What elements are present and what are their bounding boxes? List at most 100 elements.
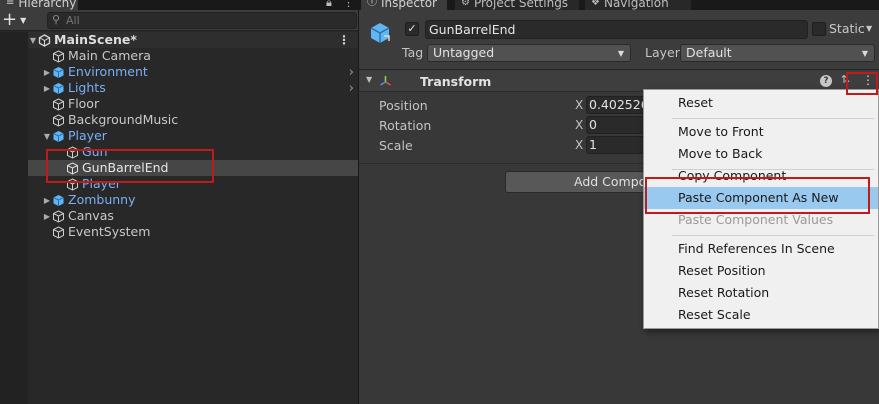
gameobject-cube-icon	[52, 209, 65, 223]
tag-label: Tag	[402, 45, 424, 60]
gameobject-cube-icon	[52, 225, 65, 239]
hierarchy-item[interactable]: ▶ Zombunny	[42, 192, 358, 208]
chevron-down-icon[interactable]: ▼	[866, 24, 872, 33]
tab-hierarchy-label: Hierarchy	[18, 0, 77, 10]
hierarchy-item-label: Canvas	[68, 208, 114, 223]
gameobject-cube-icon	[52, 113, 65, 127]
rotation-label: Rotation	[379, 118, 432, 133]
scene-row[interactable]: ▼ MainScene* ⋮	[28, 32, 358, 48]
panel-menu-icon[interactable]: ⋮	[343, 0, 354, 9]
fold-closed-icon[interactable]: ▶	[42, 68, 52, 77]
hierarchy-toolbar: + ▼ ⚲	[0, 10, 358, 31]
chevron-down-icon: ▼	[861, 49, 868, 58]
inspector-tab-bar: ⓘ Inspector ⚙ Project Settings ❖ Navigat…	[359, 0, 879, 10]
menu-item-find-references[interactable]: Find References In Scene	[644, 238, 878, 260]
menu-item-reset-scale[interactable]: Reset Scale	[644, 304, 878, 326]
hierarchy-item-label: Player	[68, 128, 107, 143]
menu-item-reset[interactable]: Reset	[644, 92, 878, 114]
static-checkbox[interactable]	[812, 22, 826, 36]
tab-inspector[interactable]: ⓘ Inspector	[361, 0, 447, 10]
menu-item-reset-position[interactable]: Reset Position	[644, 260, 878, 282]
transform-axes-icon	[380, 76, 391, 86]
create-dropdown-button[interactable]: + ▼	[2, 11, 28, 29]
position-label: Position	[379, 98, 428, 113]
hierarchy-item-label: Zombunny	[68, 192, 136, 207]
hierarchy-item-label: Lights	[68, 80, 106, 95]
menu-item-move-to-back[interactable]: Move to Back	[644, 143, 878, 165]
chevron-right-icon[interactable]: ›	[349, 65, 354, 80]
navigation-icon: ❖	[591, 0, 600, 8]
fold-open-icon[interactable]: ▼	[28, 36, 38, 45]
chevron-down-icon: ▼	[20, 16, 27, 25]
hierarchy-item[interactable]: ▼ Player	[42, 128, 358, 144]
rotation-x-field[interactable]: 0	[586, 116, 646, 134]
annotation-highlight-box	[46, 149, 214, 183]
tab-project-settings[interactable]: ⚙ Project Settings	[455, 0, 579, 10]
hierarchy-item[interactable]: ▶ Canvas	[42, 208, 358, 224]
gameobject-cube-icon	[52, 49, 65, 63]
menu-separator	[672, 118, 874, 119]
scale-x-field[interactable]: 1	[586, 136, 646, 154]
scene-menu-icon[interactable]: ⋮	[338, 33, 350, 47]
hierarchy-item[interactable]: Main Camera	[42, 48, 358, 64]
object-name-field[interactable]: GunBarrelEnd	[425, 20, 808, 39]
lock-icon[interactable]: 🔒︎	[326, 0, 332, 10]
gear-icon: ⚙	[461, 0, 470, 8]
hierarchy-item[interactable]: EventSystem	[42, 224, 358, 240]
prefab-cube-icon	[52, 130, 65, 143]
search-input[interactable]	[66, 13, 346, 28]
hierarchy-item[interactable]: ▶ Environment ›	[42, 64, 358, 80]
layer-value: Default	[686, 45, 732, 60]
component-title: Transform	[420, 74, 492, 89]
prefab-cube-icon	[52, 66, 65, 79]
chevron-down-icon: ▼	[617, 49, 624, 58]
fold-closed-icon[interactable]: ▶	[42, 196, 52, 205]
menu-separator	[672, 235, 874, 236]
rotation-x-axis: X	[575, 118, 584, 132]
hierarchy-item[interactable]: ▶ Lights ›	[42, 80, 358, 96]
gameobject-cube-icon	[370, 23, 390, 43]
tab-inspector-label: Inspector	[381, 0, 437, 10]
tag-dropdown[interactable]: Untagged ▼	[427, 44, 631, 62]
position-x-field[interactable]: 0.402526	[586, 96, 646, 114]
plus-icon: +	[2, 9, 18, 30]
scale-label: Scale	[379, 138, 413, 153]
hierarchy-item[interactable]: BackgroundMusic	[42, 112, 358, 128]
fold-open-icon[interactable]: ▼	[366, 75, 372, 84]
scale-x-axis: X	[575, 138, 584, 152]
add-component-button[interactable]: Add Component	[505, 171, 645, 193]
menu-item-reset-rotation[interactable]: Reset Rotation	[644, 282, 878, 304]
hierarchy-item-label: Floor	[68, 96, 100, 111]
help-icon[interactable]: ?	[820, 75, 832, 87]
hierarchy-item-label: BackgroundMusic	[68, 112, 179, 127]
static-label: Static	[829, 21, 865, 36]
layer-dropdown[interactable]: Default ▼	[680, 44, 875, 62]
unity-scene-icon	[38, 33, 51, 47]
menu-item-move-to-front[interactable]: Move to Front	[644, 121, 878, 143]
active-checkbox[interactable]: ✓	[405, 22, 419, 36]
chevron-right-icon[interactable]: ›	[349, 81, 354, 96]
hierarchy-item[interactable]: Floor	[42, 96, 358, 112]
fold-closed-icon[interactable]: ▶	[42, 84, 52, 93]
position-x-axis: X	[575, 98, 584, 112]
hierarchy-tab-bar: ≡ Hierarchy 🔒︎ ⋮	[0, 0, 358, 10]
hierarchy-gutter	[0, 32, 28, 404]
hierarchy-search[interactable]: ⚲	[47, 12, 357, 29]
hierarchy-item-label: Main Camera	[68, 48, 151, 63]
gameobject-header: ✓ GunBarrelEnd Static ▼ Tag Untagged ▼ L…	[359, 10, 879, 70]
tab-project-settings-label: Project Settings	[473, 0, 569, 10]
annotation-menu-item-box	[645, 177, 870, 214]
hierarchy-item-label: EventSystem	[68, 224, 151, 239]
fold-open-icon[interactable]: ▼	[42, 132, 52, 141]
info-icon: ⓘ	[367, 0, 377, 8]
fold-closed-icon[interactable]: ▶	[42, 212, 52, 221]
prefab-cube-icon	[52, 194, 65, 207]
hierarchy-item-label: Environment	[68, 64, 148, 79]
prefab-cube-icon	[52, 82, 65, 95]
search-icon: ⚲	[52, 13, 61, 26]
layer-label: Layer	[645, 45, 680, 60]
scene-name: MainScene*	[54, 32, 137, 47]
hierarchy-panel: ≡ Hierarchy 🔒︎ ⋮ + ▼ ⚲ ▼ MainScene* ⋮ Ma…	[0, 0, 358, 404]
tab-navigation[interactable]: ❖ Navigation	[585, 0, 691, 10]
tab-navigation-label: Navigation	[603, 0, 669, 10]
